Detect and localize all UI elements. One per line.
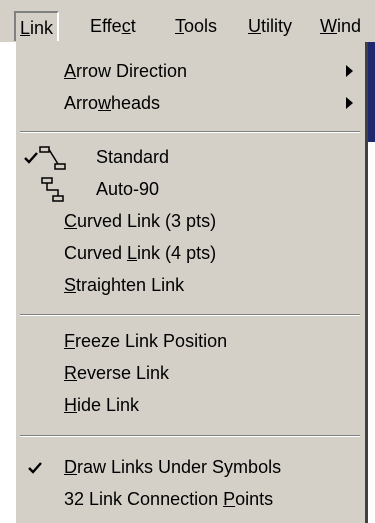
menu-tools[interactable]: Tools xyxy=(175,14,217,38)
menu-item-auto90[interactable]: Auto-90 xyxy=(16,173,365,205)
submenu-arrow-icon xyxy=(346,65,353,77)
menu-item-hide[interactable]: Hide Link xyxy=(16,389,365,421)
menu-effect[interactable]: Effect xyxy=(90,14,136,38)
menu-item-arrow-direction[interactable]: Arrow Direction xyxy=(16,55,365,87)
menu-item-freeze[interactable]: Freeze Link Position xyxy=(16,325,365,357)
auto90-link-icon xyxy=(41,177,64,202)
menu-item-standard[interactable]: Standard xyxy=(16,141,365,173)
menu-item-connection-points[interactable]: 32 Link Connection Points xyxy=(16,483,365,515)
menu-link[interactable]: Link xyxy=(14,11,60,41)
menu-item-draw-under[interactable]: Draw Links Under Symbols xyxy=(16,451,365,483)
link-dropdown-menu: Arrow Direction Arrowheads Standard Auto… xyxy=(14,42,368,523)
standard-link-icon xyxy=(39,146,66,170)
menu-utility[interactable]: Utility xyxy=(248,14,292,38)
checkmark-icon xyxy=(28,462,42,474)
submenu-arrow-icon xyxy=(346,97,353,109)
menu-item-curved-3[interactable]: Curved Link (3 pts) xyxy=(16,205,365,237)
menu-separator xyxy=(20,131,360,133)
menu-separator xyxy=(20,435,360,437)
menu-window[interactable]: Wind xyxy=(320,14,361,38)
menu-link-rest: ink xyxy=(30,18,54,38)
menu-separator xyxy=(20,314,360,316)
menu-item-curved-4[interactable]: Curved Link (4 pts) xyxy=(16,237,365,269)
menu-item-reverse[interactable]: Reverse Link xyxy=(16,357,365,389)
menu-bar: Link Effect Tools Utility Wind xyxy=(0,0,375,42)
checkmark-icon xyxy=(24,152,38,164)
menu-item-straighten[interactable]: Straighten Link xyxy=(16,269,365,301)
menu-item-arrowheads[interactable]: Arrowheads xyxy=(16,87,365,119)
